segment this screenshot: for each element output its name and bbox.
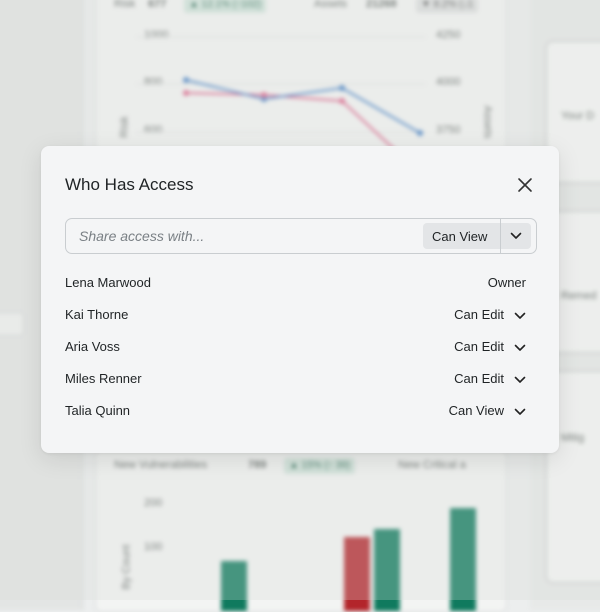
- share-permission-select[interactable]: Can View: [423, 219, 531, 253]
- person-role[interactable]: Can View: [449, 403, 504, 418]
- person-role[interactable]: Can Edit: [454, 371, 504, 386]
- access-dialog: Who Has Access Can View Lena Marwood Own…: [41, 146, 559, 453]
- chevron-down-icon[interactable]: [514, 407, 526, 417]
- person-role: Owner: [487, 275, 526, 290]
- dialog-title: Who Has Access: [65, 175, 194, 194]
- share-access-input[interactable]: [67, 220, 424, 252]
- person-row: Talia Quinn Can View: [65, 396, 535, 428]
- person-row: Miles Renner Can Edit: [65, 364, 535, 396]
- person-name: Miles Renner: [65, 371, 142, 386]
- person-role[interactable]: Can Edit: [454, 339, 504, 354]
- chevron-down-icon: [510, 232, 522, 239]
- chevron-down-icon[interactable]: [514, 311, 526, 321]
- person-name: Talia Quinn: [65, 403, 131, 418]
- close-icon: [518, 178, 532, 192]
- person-row: Aria Voss Can Edit: [65, 332, 535, 364]
- share-permission-label: Can View: [432, 229, 488, 244]
- close-button[interactable]: [517, 177, 533, 193]
- divider: [500, 219, 501, 253]
- person-name: Lena Marwood: [65, 275, 151, 290]
- chevron-down-icon[interactable]: [514, 343, 526, 353]
- person-row: Lena Marwood Owner: [65, 268, 535, 300]
- share-access-field: Can View: [65, 218, 537, 254]
- person-role[interactable]: Can Edit: [454, 307, 504, 322]
- chevron-down-icon[interactable]: [514, 375, 526, 385]
- person-name: Kai Thorne: [65, 307, 129, 322]
- person-row: Kai Thorne Can Edit: [65, 300, 535, 332]
- people-list: Lena Marwood Owner Kai Thorne Can Edit A…: [65, 268, 535, 428]
- person-name: Aria Voss: [65, 339, 120, 354]
